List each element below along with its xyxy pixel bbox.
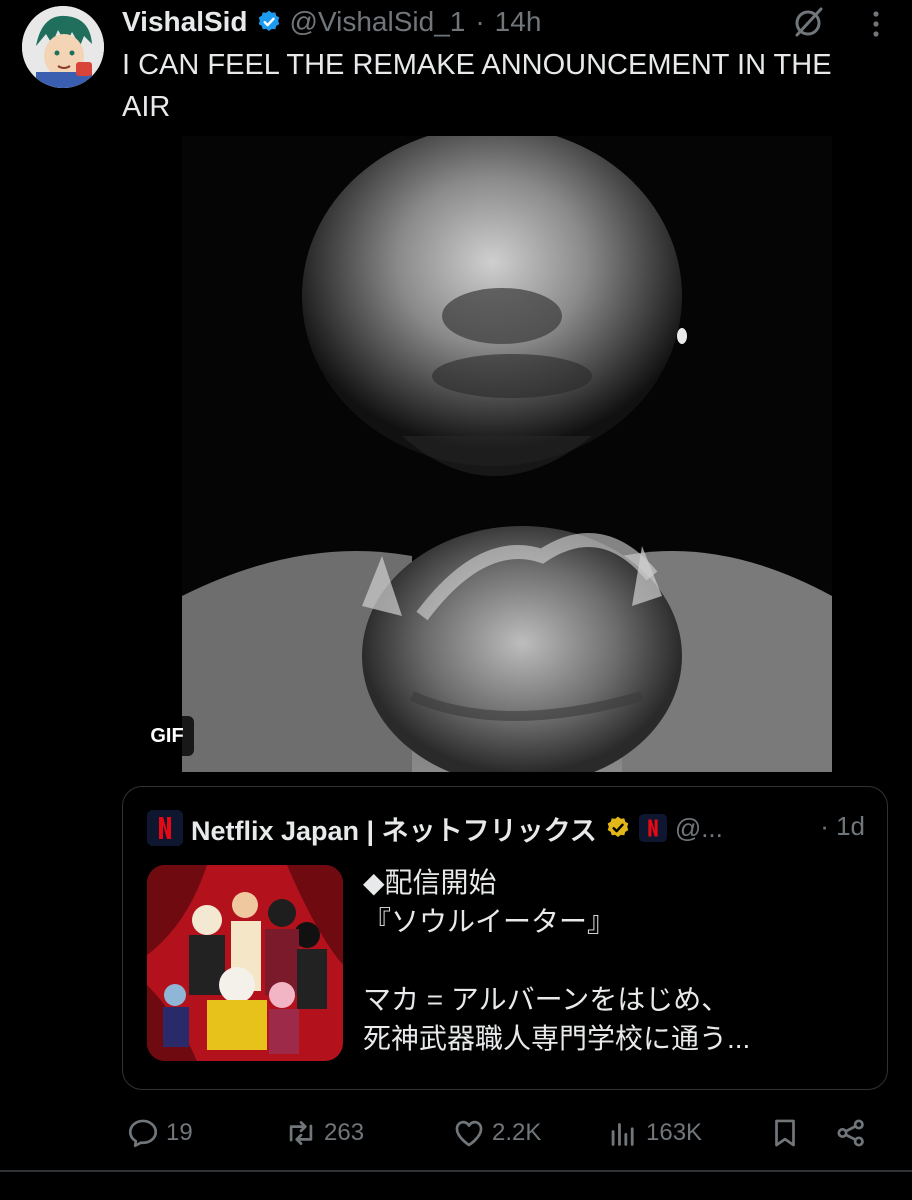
quoted-time[interactable]: · 1d	[820, 811, 865, 842]
reply-count: 19	[166, 1119, 193, 1146]
bookmark-button[interactable]	[768, 1110, 802, 1156]
share-button[interactable]	[834, 1110, 868, 1156]
quoted-display-name[interactable]: Netflix Japan | ネットフリックス	[191, 809, 597, 848]
views-button[interactable]: 163K	[606, 1110, 702, 1156]
verified-badge-icon	[256, 9, 282, 35]
views-count: 163K	[646, 1119, 703, 1146]
tweet-divider	[0, 1170, 912, 1172]
share-icon	[837, 1119, 864, 1147]
tweet[interactable]: VishalSid @VishalSid_1 · 14h I CAN FEEL …	[0, 0, 912, 1200]
like-count: 2.2K	[492, 1119, 542, 1146]
more-icon[interactable]	[856, 4, 896, 44]
quoted-tweet-header: Netflix Japan | ネットフリックス @...	[147, 809, 723, 847]
reply-icon	[128, 1119, 158, 1148]
author-avatar[interactable]	[22, 6, 104, 88]
like-button[interactable]: 2.2K	[452, 1110, 541, 1156]
author-handle[interactable]: @VishalSid_1	[290, 6, 466, 38]
verified-gold-badge-icon	[605, 815, 631, 841]
heart-icon	[455, 1120, 483, 1147]
gif-badge: GIF	[140, 716, 194, 756]
quoted-media-thumbnail[interactable]	[147, 865, 343, 1061]
separator-dot: ·	[475, 6, 485, 37]
retweet-icon	[289, 1121, 313, 1145]
views-icon	[611, 1123, 634, 1146]
quoted-handle[interactable]: @...	[675, 813, 723, 844]
bookmark-icon	[775, 1119, 795, 1147]
reply-button[interactable]: 19	[126, 1110, 193, 1156]
grok-icon[interactable]	[788, 2, 828, 42]
retweet-button[interactable]: 263	[284, 1110, 364, 1156]
tweet-actions: 19 263 2.2K 163K	[122, 1110, 882, 1156]
tweet-time[interactable]: 14h	[495, 6, 542, 38]
netflix-affiliate-icon	[638, 814, 667, 842]
tweet-header: VishalSid @VishalSid_1 · 14h	[122, 2, 541, 42]
netflix-avatar[interactable]	[147, 810, 183, 846]
quoted-tweet[interactable]: Netflix Japan | ネットフリックス @... · 1d ◆配信開始…	[122, 786, 888, 1090]
tweet-text: I CAN FEEL THE REMAKE ANNOUNCEMENT IN TH…	[122, 49, 832, 123]
quoted-tweet-text: ◆配信開始 『ソウルイーター』 マカ = アルバーンをはじめ、 死神武器職人専門…	[363, 867, 751, 1054]
tweet-media-gif[interactable]	[122, 136, 888, 772]
author-display-name[interactable]: VishalSid	[122, 6, 248, 38]
retweet-count: 263	[324, 1119, 365, 1146]
